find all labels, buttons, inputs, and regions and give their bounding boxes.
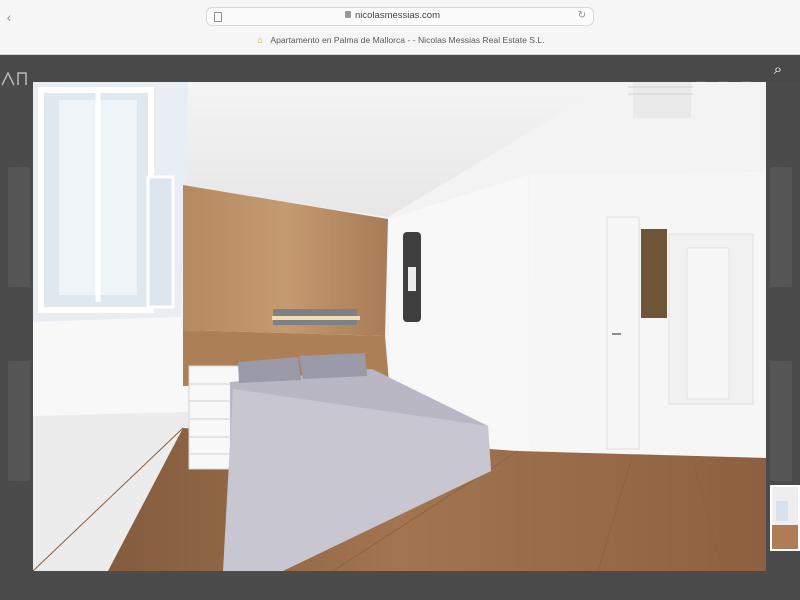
tab-title[interactable]: ⌂ Apartamento en Palma de Mallorca - - N… (0, 35, 800, 51)
reload-icon[interactable]: ↻ (577, 11, 587, 21)
reader-icon[interactable] (214, 12, 222, 22)
gallery-image[interactable] (33, 82, 766, 571)
browser-chrome: ‹ nicolasmessias.com ↻ ⌂ Apartamento en … (0, 0, 800, 55)
background-card (770, 361, 792, 481)
background-card (8, 361, 30, 481)
tab-title-text: Apartamento en Palma de Mallorca - - Nic… (270, 35, 545, 45)
gallery-thumbnail[interactable] (770, 485, 800, 551)
address-bar[interactable]: nicolasmessias.com ↻ (206, 7, 594, 26)
thumbnail-image (772, 487, 798, 549)
logo-mark-icon (1, 71, 27, 86)
site-logo[interactable] (0, 71, 34, 87)
lock-icon (345, 11, 351, 18)
back-chevron-icon[interactable]: ‹ (2, 10, 16, 24)
search-icon[interactable]: ⌕ (766, 58, 790, 82)
background-card (770, 167, 792, 287)
url-text: nicolasmessias.com (355, 10, 440, 21)
bedroom-photo (33, 82, 766, 571)
site-header (0, 55, 800, 82)
background-card (8, 167, 30, 287)
home-icon: ⌂ (257, 35, 263, 45)
